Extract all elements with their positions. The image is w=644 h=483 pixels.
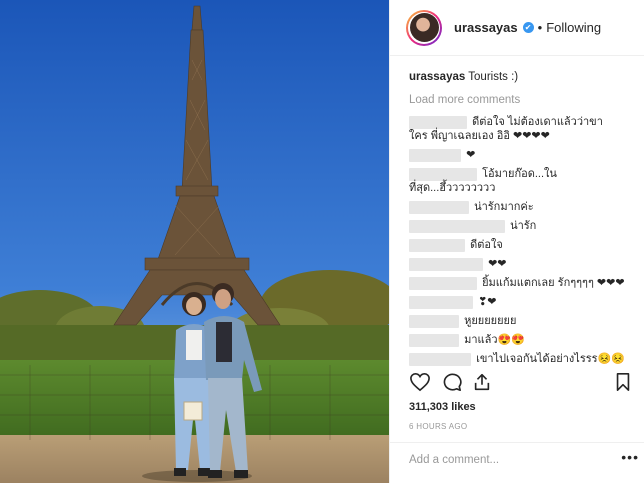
separator-dot: • — [537, 20, 543, 35]
comment-text: เขาไปเจอกันได้อย่างไรรร😣😣 — [476, 353, 625, 365]
comment-item: น่ารักมากค่ะ — [409, 200, 644, 214]
share-icon[interactable] — [472, 372, 492, 397]
redacted-username[interactable] — [409, 219, 505, 233]
post-sidebar: urassayas ✔ • Following urassayas Touris… — [389, 0, 644, 483]
add-comment-input[interactable]: Add a comment... — [409, 454, 499, 466]
redacted-username[interactable] — [409, 257, 483, 271]
comment-text: ❤❤ — [488, 258, 507, 270]
load-more-comments-button[interactable]: Load more comments — [409, 93, 644, 107]
comment-item: ดีต่อใจ — [409, 238, 644, 252]
comment-text: ❣❤ — [478, 296, 497, 308]
comment-item: ดีต่อใจ ไม่ต้องเดาแล้วว่าขาใคร พี่ญาเฉลย… — [409, 115, 619, 143]
post-photo[interactable] — [0, 0, 389, 483]
comment-item: ❤❤ — [409, 257, 644, 271]
comment-item: มาแล้ว😍😍 — [409, 333, 644, 347]
avatar-image — [409, 13, 439, 42]
heart-icon[interactable] — [409, 372, 431, 397]
comment-text: หูยยยยยยย — [464, 315, 517, 327]
comment-text: น่ารัก — [510, 220, 537, 232]
redacted-username[interactable] — [409, 238, 465, 252]
comment-text: มาแล้ว😍😍 — [464, 334, 525, 346]
comment-item: โอ้มายก๊อด...ใน ที่สุด...ฮึ้วววววววว — [409, 167, 579, 195]
comment-item: หูยยยยยยย — [409, 314, 644, 328]
redacted-username[interactable] — [409, 276, 477, 290]
comments-list: urassayas Tourists :) Load more comments… — [390, 56, 644, 366]
add-comment-bar: Add a comment... ••• — [390, 442, 644, 483]
comment-text: ดีต่อใจ — [470, 239, 503, 251]
following-button[interactable]: Following — [546, 20, 601, 35]
comment-item: น่ารัก — [409, 219, 644, 233]
redacted-username[interactable] — [409, 333, 459, 347]
comment-text: น่ารักมากค่ะ — [474, 201, 534, 213]
comment-item: ❣❤ — [409, 295, 644, 309]
more-options-icon[interactable]: ••• — [621, 449, 639, 465]
comment-icon[interactable] — [441, 372, 463, 397]
comment-item: ❤ — [409, 148, 644, 162]
comment-item: ยิ้มแก้มแตกเลย รักๆๆๆๆ ❤❤❤ — [409, 276, 644, 290]
bookmark-icon[interactable] — [614, 372, 632, 397]
action-bar — [409, 372, 635, 398]
post-header: urassayas ✔ • Following — [390, 0, 644, 56]
comment-text: ❤ — [466, 149, 476, 161]
likes-count[interactable]: 311,303 likes — [409, 401, 476, 413]
redacted-username[interactable] — [409, 167, 477, 181]
caption-text: Tourists :) — [468, 71, 519, 83]
redacted-username[interactable] — [409, 148, 461, 162]
username[interactable]: urassayas — [454, 20, 518, 35]
avatar[interactable] — [406, 9, 442, 46]
redacted-username[interactable] — [409, 295, 473, 309]
redacted-username[interactable] — [409, 200, 469, 214]
eiffel-tower-photo — [0, 0, 389, 483]
post-timestamp: 6 HOURS AGO — [409, 422, 468, 431]
caption-username[interactable]: urassayas — [409, 71, 465, 83]
redacted-username[interactable] — [409, 115, 467, 129]
comment-text: ยิ้มแก้มแตกเลย รักๆๆๆๆ ❤❤❤ — [482, 277, 625, 289]
caption: urassayas Tourists :) — [409, 70, 644, 84]
redacted-username[interactable] — [409, 314, 459, 328]
comment-item: เขาไปเจอกันได้อย่างไรรร😣😣 — [409, 352, 644, 366]
redacted-username[interactable] — [409, 352, 471, 366]
verified-badge-icon: ✔ — [522, 22, 534, 33]
instagram-post: urassayas ✔ • Following urassayas Touris… — [0, 0, 644, 483]
